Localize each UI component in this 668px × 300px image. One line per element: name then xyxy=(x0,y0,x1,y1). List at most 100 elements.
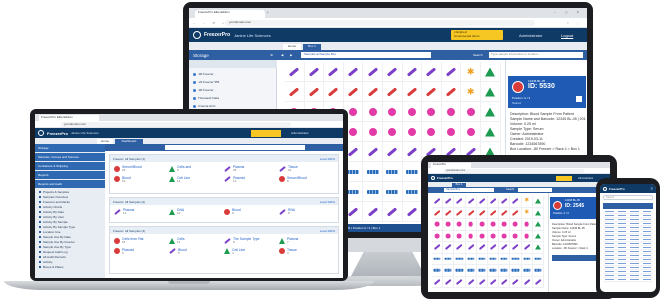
sample-slot[interactable] xyxy=(382,102,403,122)
sample-type-item[interactable]: Serum/Blood 26 xyxy=(114,165,169,173)
sample-slot[interactable] xyxy=(402,82,423,102)
box-path[interactable]: Sample Box xyxy=(444,188,494,192)
sample-slot[interactable] xyxy=(532,276,544,288)
sample-slot[interactable]: ✱ xyxy=(461,82,481,102)
user-name[interactable]: Administrator xyxy=(519,33,543,38)
sample-slot[interactable] xyxy=(487,242,500,254)
sample-slot[interactable] xyxy=(465,219,477,231)
sample-slot[interactable] xyxy=(461,102,481,122)
sample-slot[interactable] xyxy=(441,62,462,82)
browser-tab[interactable]: FreezerPro Elite Edition xyxy=(195,10,265,18)
sample-slot[interactable] xyxy=(521,276,533,288)
browser-menu-icon[interactable]: ☆ ⋮ xyxy=(566,21,582,25)
sample-slot[interactable] xyxy=(304,82,325,102)
sample-slot[interactable] xyxy=(487,265,500,277)
sample-slot[interactable] xyxy=(363,142,383,162)
sample-slot[interactable] xyxy=(532,207,544,219)
sample-slot[interactable] xyxy=(499,242,511,254)
sample-slot[interactable] xyxy=(465,265,477,277)
sample-type-item[interactable]: Plasma 14 xyxy=(114,208,169,216)
sample-slot[interactable] xyxy=(402,202,423,222)
tree-node[interactable]: -20 Freezer 555 xyxy=(189,78,277,86)
sample-slot[interactable] xyxy=(432,196,444,208)
sample-type-item[interactable]: The Sample Type 8 xyxy=(224,237,279,245)
sample-slot[interactable] xyxy=(476,276,488,288)
sample-slot[interactable]: ✱ xyxy=(521,207,533,219)
table-row[interactable] xyxy=(603,278,653,282)
tree-node[interactable]: Thousand Oaks xyxy=(189,94,277,102)
nav-section[interactable]: Samples, Groups and Sources xyxy=(35,153,105,161)
sample-slot[interactable] xyxy=(343,82,364,102)
address-bar[interactable]: yourdomain.com xyxy=(225,20,535,26)
sample-type-item[interactable]: Cells 11 xyxy=(169,237,224,245)
sample-slot[interactable] xyxy=(422,122,442,142)
sample-slot[interactable] xyxy=(432,230,444,242)
expired-notice[interactable] xyxy=(251,129,281,137)
sample-type-item[interactable]: Blood 5 xyxy=(169,248,224,256)
tab-home[interactable]: Home xyxy=(283,43,301,50)
sample-slot[interactable] xyxy=(324,82,344,102)
sample-type-item[interactable]: Tissue 24 xyxy=(279,165,334,173)
sample-slot[interactable] xyxy=(487,207,500,219)
search-input[interactable]: Type sample information or location xyxy=(489,52,583,58)
sample-type-item[interactable]: Cell Line 4 xyxy=(224,248,279,256)
sample-slot[interactable] xyxy=(510,276,522,288)
sample-slot[interactable] xyxy=(465,230,477,242)
expired-notice[interactable]: x Expired Unrecovered Items xyxy=(451,30,503,40)
sample-slot[interactable] xyxy=(432,253,444,265)
sample-slot[interactable] xyxy=(324,62,344,82)
panel-link[interactable]: Load 100% xyxy=(320,200,335,204)
sample-slot[interactable] xyxy=(532,253,544,265)
sample-slot[interactable] xyxy=(487,230,500,242)
sample-type-item[interactable]: Cell Line 14 xyxy=(169,176,224,184)
sample-slot[interactable] xyxy=(363,162,383,182)
sample-slot[interactable] xyxy=(465,207,477,219)
sample-type-item[interactable]: Serum/Blood 8 xyxy=(279,176,334,184)
sample-slot[interactable] xyxy=(476,242,488,254)
panel-link[interactable]: Load 100% xyxy=(320,229,335,233)
sample-type-item[interactable]: Cells from Rat 18 xyxy=(114,237,169,245)
sample-slot[interactable] xyxy=(363,182,383,202)
storage-settings-icon[interactable]: ⚙ xyxy=(270,53,273,57)
sample-type-item[interactable]: Blood 9 xyxy=(224,208,279,216)
sample-type-item[interactable]: Plasmid 12 xyxy=(224,176,279,184)
sample-slot[interactable] xyxy=(454,276,466,288)
sample-slot[interactable] xyxy=(363,82,383,102)
sample-slot[interactable] xyxy=(441,102,462,122)
nav-section[interactable]: Containers & Shipping xyxy=(35,162,105,170)
sample-slot[interactable] xyxy=(499,230,511,242)
sample-type-item[interactable]: Plasma 7 xyxy=(279,237,334,245)
sample-slot[interactable] xyxy=(532,242,544,254)
sample-slot[interactable] xyxy=(443,219,455,231)
sample-slot[interactable] xyxy=(465,242,477,254)
sample-slot[interactable] xyxy=(465,276,477,288)
sample-slot[interactable] xyxy=(499,276,511,288)
sample-slot[interactable] xyxy=(465,253,477,265)
sample-slot[interactable]: ✱ xyxy=(461,62,481,82)
sample-slot[interactable] xyxy=(487,253,500,265)
sample-slot[interactable] xyxy=(304,62,325,82)
sample-slot[interactable] xyxy=(441,82,462,102)
box-path[interactable]: SampleLoc/Sample Box xyxy=(301,52,431,58)
sample-slot[interactable] xyxy=(443,207,455,219)
browser-nav-icons[interactable]: ← → ⟳ ⌂ xyxy=(193,21,227,25)
search-input[interactable] xyxy=(165,145,305,150)
sample-slot[interactable] xyxy=(476,219,488,231)
sample-slot[interactable] xyxy=(285,82,305,102)
sample-slot[interactable] xyxy=(510,196,522,208)
box-nav-icons[interactable]: ◀ ▶ xyxy=(281,53,295,57)
sample-slot[interactable] xyxy=(499,253,511,265)
sample-slot[interactable] xyxy=(454,207,466,219)
expired-notice[interactable] xyxy=(556,175,572,181)
sample-slot[interactable] xyxy=(343,62,364,82)
nav-section[interactable]: Storage xyxy=(35,144,105,152)
sample-slot[interactable] xyxy=(454,265,466,277)
sample-slot[interactable] xyxy=(382,142,403,162)
sample-slot[interactable] xyxy=(487,196,500,208)
logout-link[interactable]: Logout xyxy=(561,33,573,38)
sample-slot[interactable] xyxy=(480,122,501,142)
sample-slot[interactable] xyxy=(432,276,444,288)
sample-slot[interactable] xyxy=(382,202,403,222)
sample-slot[interactable]: ✱ xyxy=(521,196,533,208)
sample-slot[interactable] xyxy=(461,122,481,142)
